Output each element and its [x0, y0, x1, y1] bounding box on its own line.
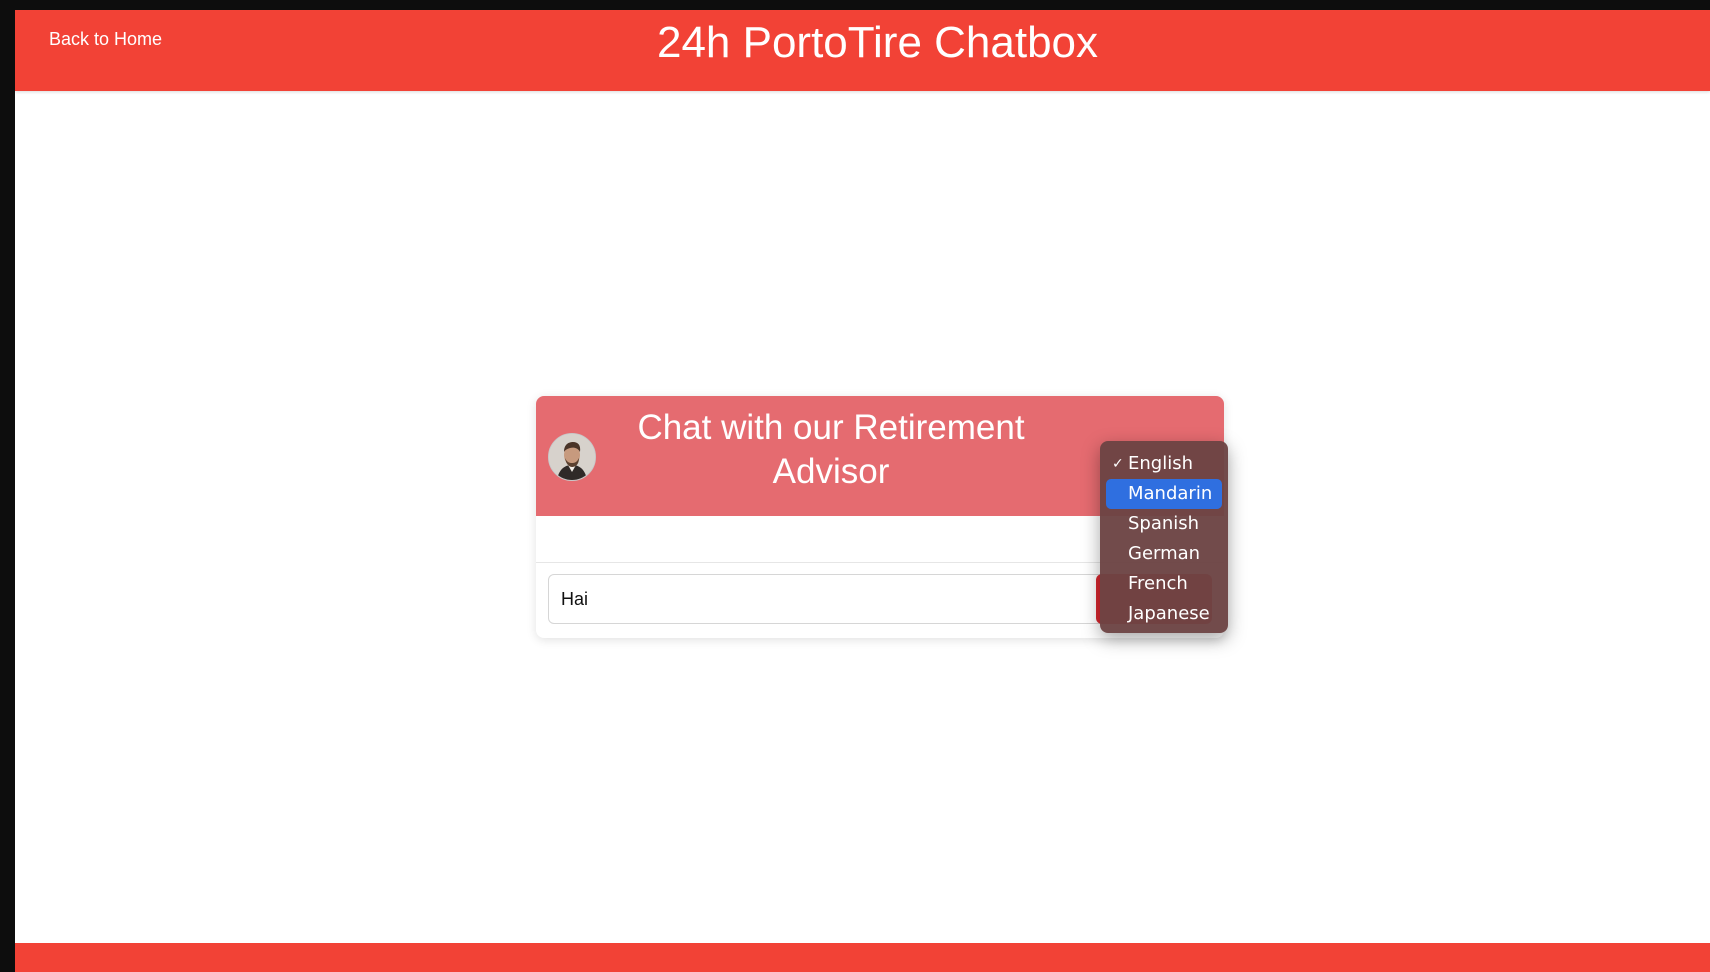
checkmark-icon: ✓	[1112, 456, 1124, 472]
language-option-japanese[interactable]: Japanese	[1106, 599, 1222, 629]
language-option-german[interactable]: German	[1106, 539, 1222, 569]
avatar-image	[549, 434, 595, 480]
language-option-label: English	[1128, 453, 1193, 474]
message-input[interactable]	[548, 574, 1108, 624]
language-option-spanish[interactable]: Spanish	[1106, 509, 1222, 539]
language-option-french[interactable]: French	[1106, 569, 1222, 599]
language-option-label: French	[1128, 573, 1188, 594]
chat-title: Chat with our Retirement Advisor	[637, 408, 1025, 491]
language-option-label: Spanish	[1128, 513, 1200, 534]
language-option-label: German	[1128, 543, 1201, 564]
page-title: 24h PortoTire Chatbox	[656, 18, 1099, 67]
language-option-label: Mandarin	[1128, 483, 1213, 504]
language-dropdown-menu[interactable]: ✓ English Mandarin Spanish German French…	[1100, 441, 1228, 633]
language-option-english[interactable]: ✓ English	[1106, 449, 1222, 479]
app-window: Back to Home 24h PortoTire Chatbox Chat …	[15, 10, 1710, 972]
language-option-mandarin[interactable]: Mandarin	[1106, 479, 1222, 509]
top-navbar: Back to Home 24h PortoTire Chatbox	[15, 10, 1710, 91]
language-option-label: Japanese	[1128, 603, 1210, 624]
page-footer	[15, 943, 1710, 972]
advisor-avatar	[548, 433, 596, 481]
